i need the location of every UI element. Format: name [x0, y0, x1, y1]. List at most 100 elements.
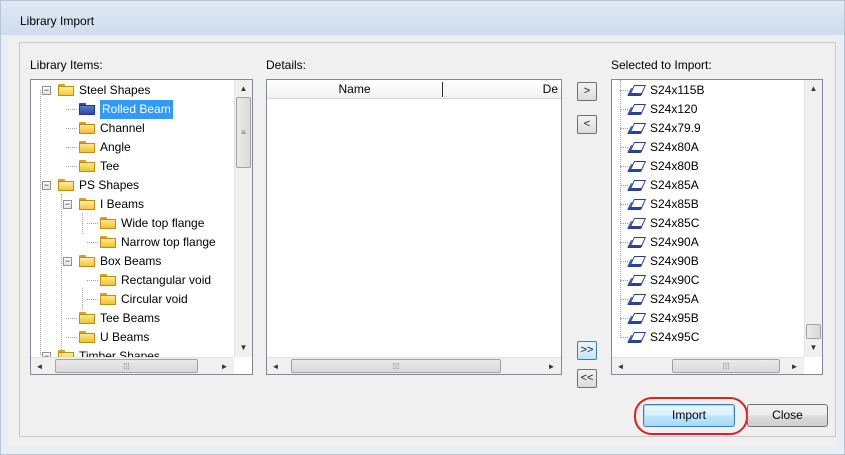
import-item-label: S24x90B: [650, 254, 699, 268]
library-items-label: Library Items:: [30, 58, 103, 72]
import-list-item[interactable]: S24x120: [612, 100, 802, 119]
details-hscroll[interactable]: ◄ ⁞⁞⁞ ►: [267, 357, 561, 374]
library-book-icon: [627, 216, 647, 230]
library-import-group: Library Items: Details: Selected to Impo…: [19, 42, 836, 437]
add-selected-button[interactable]: >: [577, 82, 597, 101]
tree-connector: [66, 109, 77, 111]
tree-connector: [61, 194, 63, 374]
tree-item[interactable]: Channel: [31, 119, 231, 138]
tree-connector: [66, 128, 77, 130]
selected-to-import-label: Selected to Import:: [611, 58, 712, 72]
import-list-item[interactable]: S24x95B: [612, 309, 802, 328]
scroll-right-icon[interactable]: ►: [216, 358, 233, 374]
import-list-item[interactable]: S24x80B: [612, 157, 802, 176]
tree-item-label: Channel: [100, 121, 145, 135]
library-book-icon: [627, 330, 647, 344]
library-book-icon: [627, 235, 647, 249]
selected-list-hscroll[interactable]: ◄ ⁞⁞⁞ ►: [612, 357, 804, 374]
library-tree-vscroll[interactable]: ▲ ≡ ▼: [234, 80, 252, 357]
tree-connector: [82, 213, 84, 234]
scroll-left-icon[interactable]: ◄: [267, 358, 284, 374]
scroll-up-icon[interactable]: ▲: [805, 80, 822, 97]
selected-import-list[interactable]: S24x115B S24x120 S24x79.9 S24x80A S24x80B S24…: [611, 79, 823, 375]
folder-icon: [57, 178, 75, 192]
folder-icon: [78, 330, 96, 344]
scroll-thumb[interactable]: ≡: [236, 97, 251, 168]
remove-selected-button[interactable]: <: [577, 115, 597, 134]
tree-item-label: Circular void: [121, 292, 188, 306]
import-list-item[interactable]: S24x95A: [612, 290, 802, 309]
tree-item-label: Narrow top flange: [121, 235, 216, 249]
tree-item-label: PS Shapes: [79, 178, 140, 192]
scroll-thumb[interactable]: [806, 324, 821, 339]
library-tree[interactable]: − Steel Shapes Rolled Beam Channel Angle Tee −…: [30, 79, 253, 375]
scroll-left-icon[interactable]: ◄: [31, 358, 48, 374]
import-list-item[interactable]: S24x80A: [612, 138, 802, 157]
tree-item-label: Angle: [100, 140, 131, 154]
details-column-description[interactable]: De: [443, 80, 561, 99]
import-item-label: S24x80B: [650, 159, 699, 173]
scroll-left-icon[interactable]: ◄: [612, 358, 629, 374]
import-list-item[interactable]: S24x85B: [612, 195, 802, 214]
import-list-item[interactable]: S24x85C: [612, 214, 802, 233]
folder-icon: [78, 311, 96, 325]
tree-item[interactable]: Tee: [31, 157, 231, 176]
add-all-button[interactable]: >>: [577, 341, 597, 360]
library-book-icon: [627, 178, 647, 192]
tree-connector: [66, 337, 77, 339]
tree-item[interactable]: − PS Shapes: [31, 176, 231, 195]
import-list-item[interactable]: S24x95C: [612, 328, 802, 347]
library-book-icon: [627, 254, 647, 268]
folder-icon: [99, 235, 117, 249]
library-book-icon: [627, 311, 647, 325]
library-book-icon: [627, 140, 647, 154]
folder-icon: [99, 273, 117, 287]
title-bar[interactable]: Library Import: [1, 1, 844, 35]
scroll-down-icon[interactable]: ▼: [805, 339, 822, 356]
scroll-down-icon[interactable]: ▼: [235, 339, 252, 356]
import-item-label: S24x80A: [650, 140, 699, 154]
collapse-icon[interactable]: −: [63, 200, 72, 209]
close-button[interactable]: Close: [747, 404, 828, 427]
tree-item[interactable]: Angle: [31, 138, 231, 157]
details-label: Details:: [266, 58, 307, 72]
library-book-icon: [627, 292, 647, 306]
folder-icon: [78, 140, 96, 154]
import-list-item[interactable]: S24x90C: [612, 271, 802, 290]
scroll-right-icon[interactable]: ►: [543, 358, 560, 374]
import-item-label: S24x85C: [650, 216, 700, 230]
tree-item-label: Rectangular void: [121, 273, 212, 287]
tree-item[interactable]: − Steel Shapes: [31, 81, 231, 100]
collapse-icon[interactable]: −: [42, 86, 51, 95]
tree-connector: [87, 299, 98, 301]
details-list[interactable]: Name De ◄ ⁞⁞⁞ ►: [266, 79, 562, 375]
import-item-label: S24x115B: [650, 83, 705, 97]
collapse-icon[interactable]: −: [63, 257, 72, 266]
details-column-name[interactable]: Name: [267, 80, 442, 99]
tree-item[interactable]: Rolled Beam: [31, 100, 231, 119]
folder-icon: [99, 216, 117, 230]
library-book-icon: [627, 121, 647, 135]
library-book-icon: [627, 159, 647, 173]
scroll-thumb[interactable]: ⁞⁞⁞: [55, 359, 198, 373]
scroll-right-icon[interactable]: ►: [786, 358, 803, 374]
library-book-icon: [627, 273, 647, 287]
scroll-thumb[interactable]: ⁞⁞⁞: [672, 359, 780, 373]
scroll-up-icon[interactable]: ▲: [235, 80, 252, 97]
tree-connector: [620, 80, 622, 338]
import-list-item[interactable]: S24x90B: [612, 252, 802, 271]
import-list-item[interactable]: S24x90A: [612, 233, 802, 252]
library-tree-hscroll[interactable]: ◄ ⁞⁞⁞ ►: [31, 357, 234, 374]
collapse-icon[interactable]: −: [42, 181, 51, 190]
selected-list-vscroll[interactable]: ▲ ▼: [804, 80, 822, 357]
tree-connector: [82, 288, 84, 309]
import-button[interactable]: Import: [643, 404, 735, 427]
grip-icon: ⁞⁞⁞: [123, 362, 130, 371]
import-list-item[interactable]: S24x115B: [612, 81, 802, 100]
import-item-label: S24x95B: [650, 311, 699, 325]
import-item-label: S24x90C: [650, 273, 700, 287]
remove-all-button[interactable]: <<: [577, 369, 597, 388]
import-list-item[interactable]: S24x79.9: [612, 119, 802, 138]
scroll-thumb[interactable]: ⁞⁞⁞: [291, 359, 501, 373]
import-list-item[interactable]: S24x85A: [612, 176, 802, 195]
